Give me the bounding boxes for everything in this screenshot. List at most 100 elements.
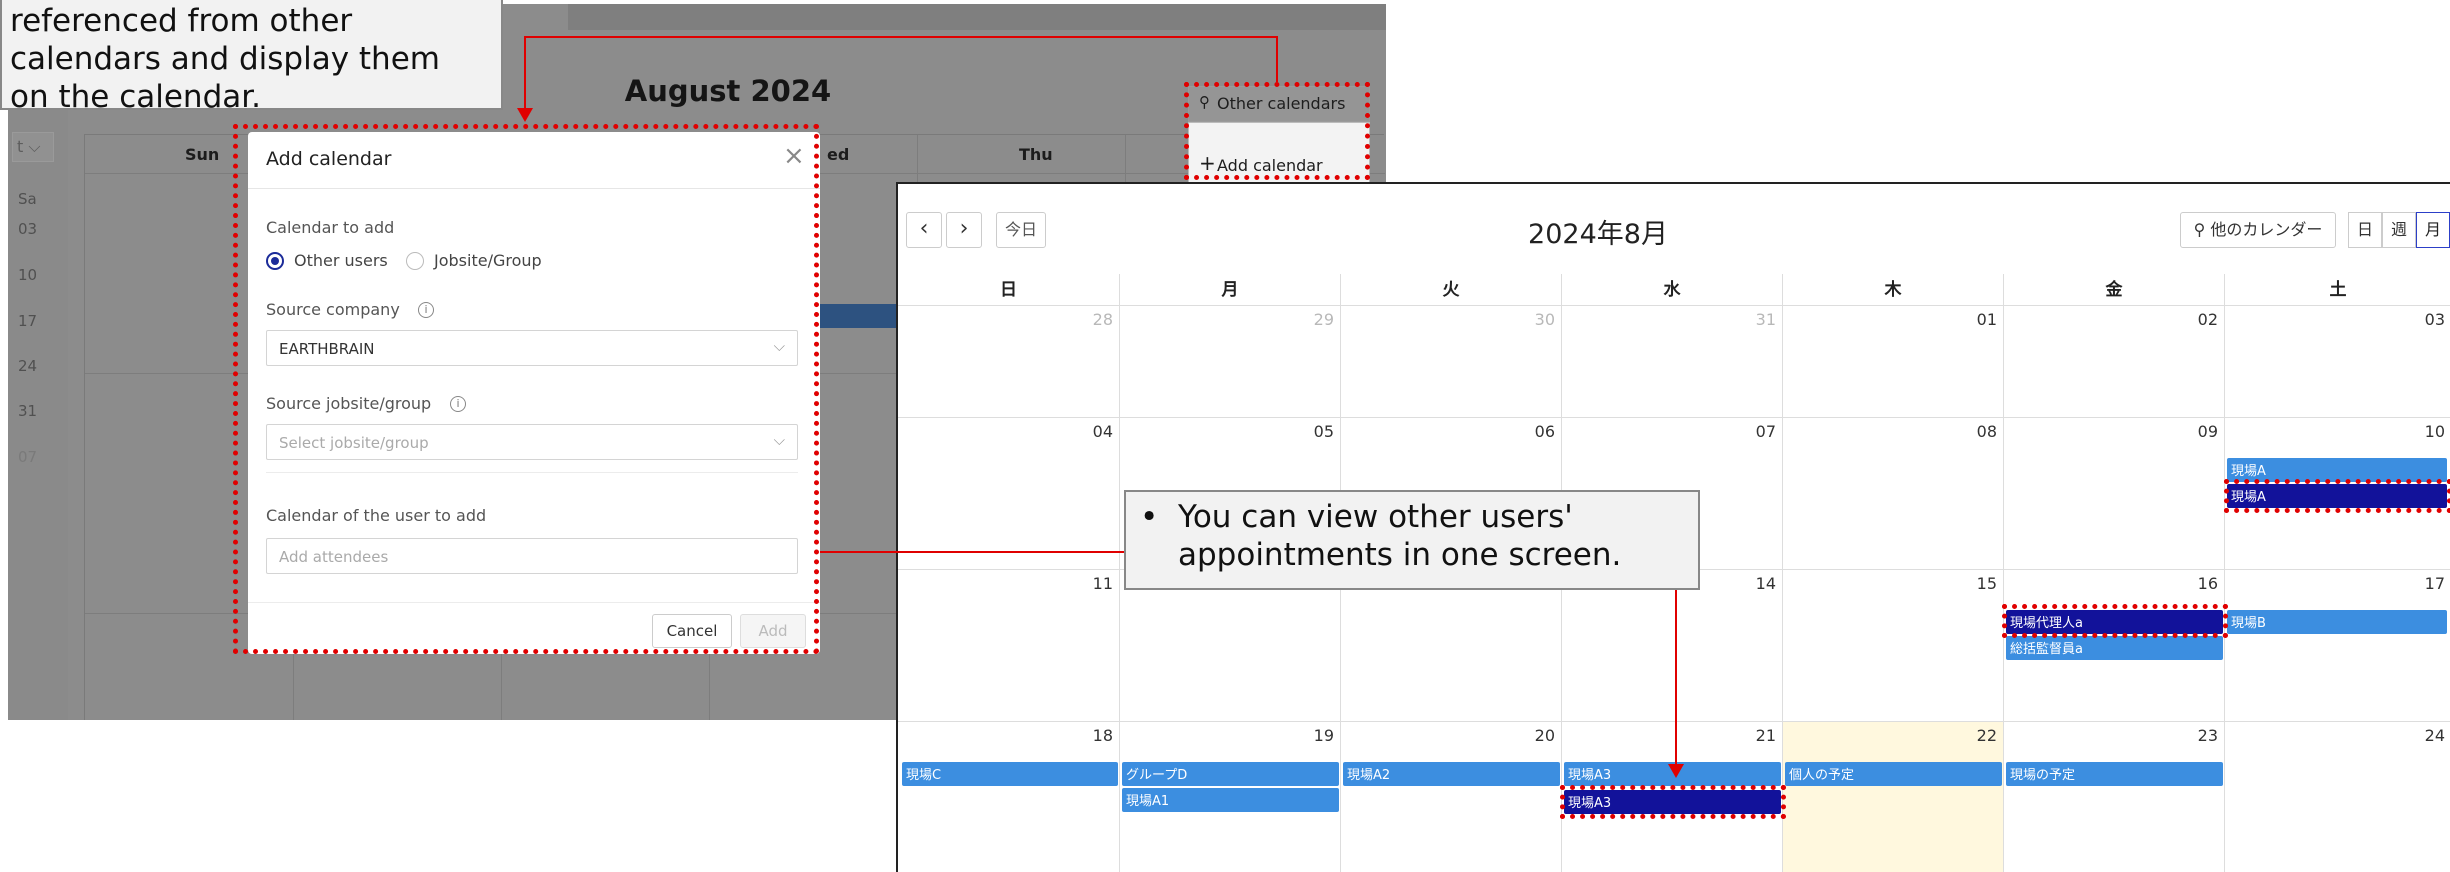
day-cell[interactable]: 18	[898, 722, 1120, 872]
day-cell[interactable]: 02	[2004, 306, 2225, 418]
left-top-bar	[568, 4, 1386, 30]
left-view-dropdown[interactable]: t ⌵	[12, 132, 54, 162]
day-cell[interactable]: 23	[2004, 722, 2225, 872]
connector-line	[524, 36, 1278, 38]
weekday-header: Sun	[185, 145, 220, 164]
arrow-head	[517, 108, 533, 122]
day-cell[interactable]: 17	[2225, 570, 2450, 722]
weekday-header: 土	[2225, 274, 2450, 306]
side-day-label: 17	[18, 312, 38, 330]
weekday-header: 火	[1341, 274, 1562, 306]
day-cell[interactable]: 15	[1783, 570, 2004, 722]
day-number: 19	[1313, 726, 1334, 745]
jp-other-calendars-button[interactable]: ⚲ 他のカレンダー	[2180, 212, 2336, 248]
weekday-header: 月	[1120, 274, 1341, 306]
event-bar[interactable]: 現場B	[2227, 610, 2447, 634]
event-bar[interactable]: 現場A2	[1343, 762, 1560, 786]
day-number: 14	[1755, 574, 1776, 593]
event-bar[interactable]: 総括監督員a	[2006, 636, 2223, 660]
day-cell[interactable]: 24	[2225, 722, 2450, 872]
day-number: 23	[2197, 726, 2218, 745]
next-button[interactable]: ›	[946, 212, 982, 248]
day-number: 24	[2424, 726, 2445, 745]
day-number: 02	[2197, 310, 2218, 329]
callout-line: You can view other users'	[1178, 499, 1573, 535]
view-week-button[interactable]: 週	[2382, 212, 2416, 248]
day-cell[interactable]: 03	[2225, 306, 2450, 418]
today-button[interactable]: 今日	[996, 212, 1046, 248]
event-bar[interactable]: 現場の予定	[2006, 762, 2223, 786]
day-cell[interactable]: 28	[898, 306, 1120, 418]
day-number: 04	[1092, 422, 1113, 441]
day-number: 22	[1976, 726, 1997, 745]
weekday-header: ed	[827, 145, 850, 164]
day-cell[interactable]: 12	[1120, 570, 1341, 722]
day-number: 20	[1534, 726, 1555, 745]
connector-line	[524, 36, 526, 116]
jp-other-calendars-label: 他のカレンダー	[2210, 220, 2323, 239]
day-number: 11	[1092, 574, 1113, 593]
side-day-label: 10	[18, 266, 38, 284]
day-number: 06	[1534, 422, 1555, 441]
day-number: 08	[1976, 422, 1997, 441]
connector-line	[820, 551, 1124, 553]
day-cell-today[interactable]: 22	[1783, 722, 2004, 872]
weekday-header: 日	[898, 274, 1120, 306]
day-cell[interactable]: 09	[2004, 418, 2225, 570]
highlight-other-calendars	[1184, 82, 1370, 180]
event-bar[interactable]: 個人の予定	[1785, 762, 2002, 786]
jp-month-title: 2024年8月	[1528, 219, 1668, 250]
day-number: 31	[1755, 310, 1776, 329]
highlight-event	[1560, 785, 1786, 819]
day-number: 15	[1976, 574, 1997, 593]
event-bar[interactable]: 現場A1	[1122, 788, 1339, 812]
day-number: 05	[1313, 422, 1334, 441]
callout-top: referenced from other calendars and disp…	[0, 0, 503, 115]
day-cell[interactable]: 01	[1783, 306, 2004, 418]
day-cell[interactable]: 04	[898, 418, 1120, 570]
callout-line: calendars and display them	[10, 41, 440, 77]
day-cell[interactable]: 11	[898, 570, 1120, 722]
callout-line: appointments in one screen.	[1178, 537, 1622, 573]
side-day-label: 24	[18, 357, 38, 375]
callout-line: referenced from other	[10, 3, 353, 39]
highlight-modal	[233, 124, 819, 654]
weekday-header: Thu	[1019, 145, 1053, 164]
day-cell[interactable]: 20	[1341, 722, 1562, 872]
connector-line	[1675, 590, 1677, 766]
side-day-label: 31	[18, 402, 38, 420]
day-number: 18	[1092, 726, 1113, 745]
day-number: 07	[1755, 422, 1776, 441]
bullet: •	[1140, 499, 1159, 535]
day-cell[interactable]: 14	[1562, 570, 1783, 722]
day-number: 16	[2197, 574, 2218, 593]
weekday-header: 金	[2004, 274, 2225, 306]
event-bar[interactable]: グループD	[1122, 762, 1339, 786]
day-cell[interactable]: 29	[1120, 306, 1341, 418]
day-number: 03	[2424, 310, 2445, 329]
callout-line: on the calendar.	[10, 79, 261, 115]
connector-line	[1276, 36, 1278, 82]
view-day-button[interactable]: 日	[2348, 212, 2382, 248]
arrow-head	[1668, 764, 1684, 778]
day-cell[interactable]: 08	[1783, 418, 2004, 570]
day-number: 09	[2197, 422, 2218, 441]
callout-middle: • You can view other users' appointments…	[1124, 490, 1700, 590]
event-bar[interactable]: 現場C	[902, 762, 1118, 786]
left-month-title: August 2024	[624, 74, 832, 108]
side-day-label: 07	[18, 448, 38, 466]
view-month-button[interactable]: 月	[2416, 212, 2450, 248]
highlight-event	[2224, 479, 2450, 513]
day-number: 01	[1976, 310, 1997, 329]
day-number: 30	[1534, 310, 1555, 329]
day-cell[interactable]: 30	[1341, 306, 1562, 418]
day-number: 17	[2424, 574, 2445, 593]
prev-button[interactable]: ‹	[906, 212, 942, 248]
day-cell[interactable]: 13	[1341, 570, 1562, 722]
day-cell[interactable]: 31	[1562, 306, 1783, 418]
side-day-label: 03	[18, 220, 38, 238]
highlight-event	[2002, 604, 2228, 638]
people-icon: ⚲	[2193, 220, 2211, 239]
weekday-header: 水	[1562, 274, 1783, 306]
weekday-header: 木	[1783, 274, 2004, 306]
